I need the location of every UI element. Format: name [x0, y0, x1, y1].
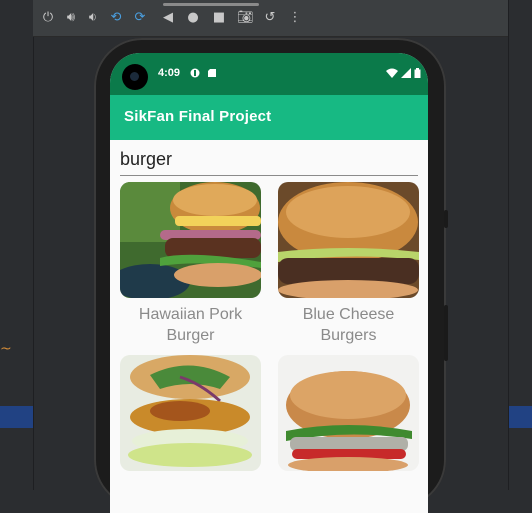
notification-icon	[190, 68, 200, 78]
signal-icon	[401, 68, 411, 78]
recipe-image[interactable]	[120, 182, 261, 298]
recipe-title: Blue Cheese Burgers	[302, 306, 395, 344]
ide-highlight-bar	[509, 406, 532, 428]
app-bar: SikFan Final Project	[110, 95, 428, 140]
recipe-card[interactable]	[278, 355, 419, 471]
recipe-card[interactable]: Hawaiian Pork Burger	[120, 182, 261, 346]
home-icon[interactable]: ●	[185, 10, 201, 26]
rotate-left-icon[interactable]: ⟲	[108, 10, 124, 26]
sd-card-icon	[208, 69, 216, 77]
front-camera	[122, 64, 148, 90]
search-field[interactable]	[120, 143, 418, 176]
recipe-card[interactable]: Blue Cheese Burgers	[278, 182, 419, 346]
recipe-card[interactable]	[120, 355, 261, 471]
volume-down-icon[interactable]: 🔉︎	[85, 10, 101, 26]
recipe-image[interactable]	[278, 182, 419, 298]
wifi-icon	[386, 68, 398, 78]
camera-icon[interactable]: 📷︎	[237, 10, 254, 26]
phone-screen: 4:09 SikFan Final Project burger Hawaiia…	[110, 53, 428, 513]
overview-icon[interactable]: ■	[211, 10, 227, 26]
recipe-title: Hawaiian Pork Burger	[138, 306, 243, 344]
more-icon[interactable]: ⋮	[287, 10, 303, 26]
status-bar: 4:09	[110, 53, 428, 95]
ide-marker: ~	[0, 341, 12, 357]
search-input[interactable]	[120, 145, 418, 173]
battery-icon	[414, 68, 421, 78]
window-drag-handle[interactable]	[163, 3, 259, 6]
recipe-image[interactable]	[120, 355, 261, 471]
emulator-toolbar: ⏻ 🔊︎ 🔉︎ ⟲ ⟳ ◀ ● ■ 📷︎ ↺ ⋮	[33, 0, 508, 37]
rotate-right-icon[interactable]: ⟳	[132, 10, 148, 26]
recipe-image[interactable]	[278, 355, 419, 471]
status-time: 4:09	[158, 67, 181, 79]
phone-button[interactable]	[444, 305, 448, 361]
volume-up-icon[interactable]: 🔊︎	[63, 10, 79, 26]
app-title: SikFan Final Project	[124, 108, 272, 125]
phone-button[interactable]	[444, 210, 448, 228]
snapshot-icon[interactable]: ↺	[262, 10, 278, 26]
ide-highlight-bar	[0, 406, 33, 428]
back-icon[interactable]: ◀	[160, 10, 176, 26]
power-icon[interactable]: ⏻	[40, 10, 56, 26]
